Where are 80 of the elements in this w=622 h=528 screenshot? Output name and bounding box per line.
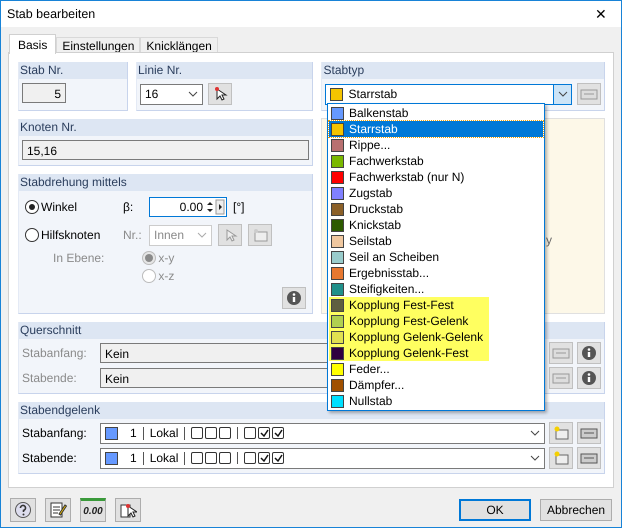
field-label: Stabanfang: bbox=[22, 426, 88, 440]
list-option[interactable]: Kopplung Fest-Gelenk bbox=[329, 313, 489, 329]
group-title: Stabtyp bbox=[323, 63, 364, 77]
info-button[interactable] bbox=[577, 342, 601, 364]
line-number-dropdown[interactable]: 16 bbox=[140, 84, 203, 104]
tray-icon bbox=[552, 371, 570, 385]
pick-button[interactable] bbox=[208, 83, 232, 105]
angle-radio[interactable]: Winkel bbox=[25, 200, 117, 214]
info-icon bbox=[581, 370, 597, 386]
edit-note-button[interactable] bbox=[45, 498, 71, 522]
caret-icon bbox=[530, 430, 540, 436]
angle-input[interactable]: 0.00 bbox=[149, 197, 227, 217]
tab[interactable]: Basis bbox=[9, 34, 56, 54]
list-option[interactable]: Fachwerkstab (nur N) bbox=[329, 169, 543, 185]
info-button[interactable] bbox=[577, 367, 601, 389]
unit-label: [°] bbox=[233, 200, 246, 214]
list-option[interactable]: Zugstab bbox=[329, 185, 543, 201]
plane-label: In Ebene: bbox=[53, 251, 104, 267]
pick-button[interactable] bbox=[115, 498, 141, 522]
field-label: Stabende: bbox=[22, 371, 78, 385]
list-option[interactable]: Ergebnisstab... bbox=[329, 265, 543, 281]
window-title: Stab bearbeiten bbox=[7, 7, 96, 21]
window-icon bbox=[553, 425, 569, 441]
list-option[interactable]: Fachwerkstab bbox=[329, 153, 543, 169]
list-option[interactable]: Druckstab bbox=[329, 201, 543, 217]
list-option[interactable]: Kopplung Gelenk-Gelenk bbox=[329, 329, 489, 345]
field-label: Stabanfang: bbox=[22, 346, 88, 360]
list-option[interactable]: Steifigkeiten... bbox=[329, 281, 543, 297]
caret-icon bbox=[188, 91, 198, 97]
caret-icon bbox=[530, 455, 540, 461]
list-option[interactable]: Rippe... bbox=[329, 137, 543, 153]
helper-node-radio[interactable]: Hilfsknoten bbox=[25, 228, 117, 242]
group-title: Linie Nr. bbox=[138, 63, 182, 77]
spin-arrows-icon bbox=[205, 199, 225, 215]
info-icon bbox=[581, 345, 597, 361]
window-icon bbox=[252, 227, 268, 243]
member-type-dropdown[interactable]: Starrstab bbox=[325, 84, 572, 104]
window-icon bbox=[553, 450, 569, 466]
hinge-dropdown[interactable]: 1 Lokal bbox=[100, 422, 545, 444]
group-title: Stabdrehung mittels bbox=[20, 175, 127, 189]
cursor-icon bbox=[212, 86, 228, 102]
group-title: Stabendgelenk bbox=[20, 403, 100, 417]
group-title: Stab Nr. bbox=[20, 63, 64, 77]
list-option[interactable]: Starrstab bbox=[329, 121, 543, 137]
list-option[interactable]: Knickstab bbox=[329, 217, 543, 233]
help-icon bbox=[14, 501, 32, 519]
new-button[interactable] bbox=[549, 447, 573, 469]
field-label: Stabende: bbox=[22, 451, 78, 465]
ok-button[interactable]: OK bbox=[459, 499, 531, 521]
tray-icon bbox=[580, 87, 598, 101]
hinge-dropdown[interactable]: 1 Lokal bbox=[100, 448, 545, 468]
edit-button[interactable] bbox=[577, 422, 601, 444]
note-pencil-icon bbox=[49, 501, 67, 519]
axis-label: y bbox=[546, 233, 552, 247]
tray-icon bbox=[580, 426, 598, 440]
units-button[interactable]: 0.00 bbox=[80, 498, 106, 522]
list-option[interactable]: Kopplung Gelenk-Fest bbox=[329, 345, 489, 361]
tray-icon bbox=[580, 451, 598, 465]
member-number-field: 5 bbox=[22, 83, 66, 103]
beta-label: β: bbox=[123, 200, 134, 214]
caret-icon bbox=[558, 91, 568, 97]
number-label: Nr.: bbox=[123, 228, 143, 242]
info-button[interactable] bbox=[282, 287, 306, 309]
node-numbers-field: 15,16 bbox=[22, 140, 310, 160]
caret-icon bbox=[197, 232, 207, 238]
new-button[interactable] bbox=[549, 422, 573, 444]
cancel-button[interactable]: Abbrechen bbox=[540, 499, 612, 521]
list-option[interactable]: Balkenstab bbox=[329, 105, 543, 121]
help-button[interactable] bbox=[10, 498, 36, 522]
group-title: Querschnitt bbox=[20, 323, 82, 337]
edit-button[interactable] bbox=[577, 447, 601, 469]
group-title: Knoten Nr. bbox=[20, 120, 77, 134]
info-icon bbox=[286, 290, 302, 306]
list-option[interactable]: Kopplung Fest-Fest bbox=[329, 297, 489, 313]
list-option[interactable]: Seilstab bbox=[329, 233, 543, 249]
tray-icon bbox=[552, 346, 570, 360]
close-button[interactable]: ✕ bbox=[581, 1, 621, 27]
list-option[interactable]: Seil an Scheiben bbox=[329, 249, 543, 265]
cursor-icon bbox=[119, 501, 137, 519]
list-option[interactable]: Nullstab bbox=[329, 393, 543, 409]
